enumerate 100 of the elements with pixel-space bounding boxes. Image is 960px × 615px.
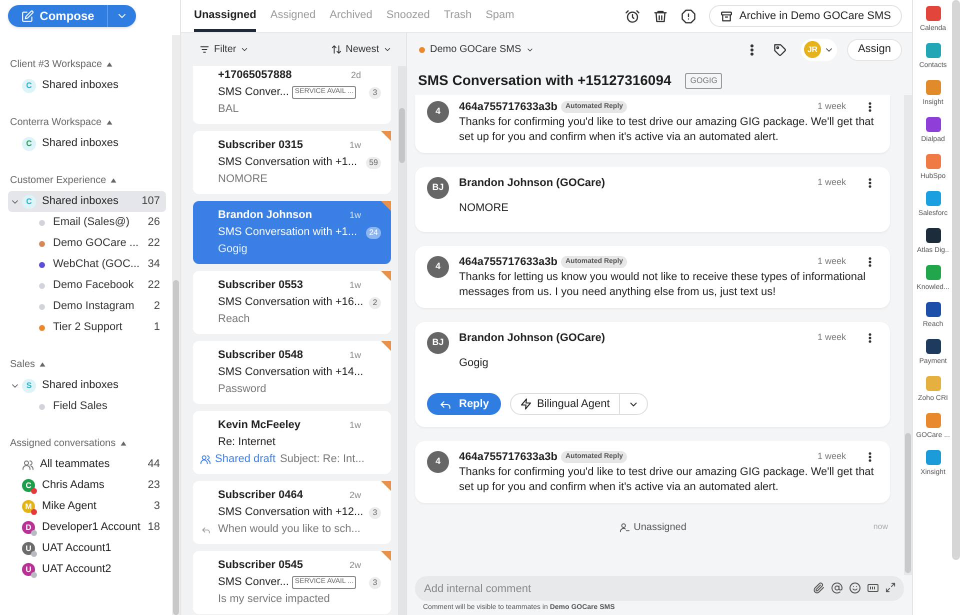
sidebar-item[interactable]: C Shared inboxes [8, 133, 166, 154]
chevron-down-icon [383, 45, 392, 54]
sidebar-item[interactable]: U UAT Account1 [8, 538, 166, 559]
sort-icon [330, 44, 342, 55]
scrollbar-thumb[interactable] [952, 0, 960, 560]
sender-name: Subscriber 0315 [218, 138, 303, 154]
time-label: 1w [349, 208, 361, 222]
caret-up-icon[interactable] [106, 118, 113, 126]
sidebar-item[interactable]: U UAT Account2 [8, 559, 166, 580]
subject: SMS Conversation with +16... [218, 295, 364, 310]
sidebar-item[interactable]: S Shared inboxes [8, 375, 166, 396]
reply-button[interactable]: Reply [427, 393, 501, 415]
sidebar-item[interactable]: Demo Instagram 2 [8, 296, 166, 317]
agent-button[interactable]: Bilingual Agent [510, 394, 620, 414]
item-label: Email (Sales@) [53, 215, 131, 230]
item-label: Shared inboxes [42, 378, 120, 394]
time-label: now [873, 521, 888, 533]
time-label: 1 week [817, 255, 846, 268]
emoji-icon[interactable] [849, 582, 861, 594]
expand-icon[interactable] [885, 582, 896, 593]
assign-button[interactable]: Assign [846, 38, 902, 60]
sender-avatar: 4 [427, 451, 449, 473]
filter-button[interactable]: Filter [199, 42, 250, 57]
trash-icon[interactable] [653, 8, 668, 24]
conversation-card[interactable]: Kevin McFeeley 1w Re: Internet Shared draft Subject: Re: Int... [193, 411, 391, 474]
item-label: Demo Instagram [53, 299, 136, 314]
inbox-avatar: C [22, 78, 36, 92]
teammate-avatar: M [22, 500, 35, 513]
item-count: 1 [154, 320, 160, 336]
item-label: UAT Account1 [42, 541, 112, 556]
conversation-card[interactable]: Subscriber 0553 1w SMS Conversation with +16... 2 Reach [193, 271, 391, 334]
corner-flag-icon [381, 201, 391, 211]
sender-name: 464a755717633a3b [459, 100, 558, 115]
caret-up-icon[interactable] [106, 60, 114, 68]
sidebar-item[interactable]: M Mike Agent 3 [8, 496, 166, 517]
subject: SMS Conver... [218, 575, 289, 590]
count-badge: 2 [369, 296, 381, 308]
sidebar-item[interactable]: Tier 2 Support 1 [8, 317, 166, 338]
count-badge: 3 [369, 576, 381, 588]
paperclip-icon[interactable] [813, 582, 825, 594]
alarm-clock-icon[interactable] [625, 8, 640, 24]
sidebar-item[interactable]: C Shared inboxes 107 [8, 191, 166, 212]
people-icon [22, 458, 34, 470]
sidebar-item[interactable]: All teammates 44 [8, 454, 166, 475]
sidebar-item[interactable]: C Chris Adams 23 [8, 475, 166, 496]
conversation-card[interactable]: Subscriber 0315 1w SMS Conversation with +1... 59 NOMORE [193, 131, 391, 194]
item-count: 22 [148, 236, 160, 252]
preview: NOMORE [218, 172, 268, 188]
tag: GOGIG [685, 72, 722, 88]
sender-name: Brandon Johnson (GOCare) [459, 176, 606, 191]
sender-name: Subscriber 0553 [218, 278, 303, 294]
item-count: 2 [154, 299, 160, 314]
corner-flag-icon [381, 481, 391, 491]
people-icon [200, 454, 211, 465]
caret-up-icon[interactable] [39, 360, 46, 368]
corner-flag-icon [381, 271, 391, 281]
tag-icon[interactable] [772, 42, 787, 56]
item-count: 23 [148, 478, 160, 494]
scrollbar-thumb[interactable] [399, 108, 405, 163]
archive-button[interactable]: Archive in Demo GOCare SMS [709, 5, 902, 27]
sidebar-item[interactable]: Email (Sales@) 26 [8, 212, 166, 233]
caret-up-icon[interactable] [110, 176, 118, 184]
inbox-avatar: S [22, 378, 36, 392]
sidebar-item[interactable]: C Shared inboxes [8, 75, 166, 96]
item-label: Tier 2 Support [53, 320, 124, 336]
conversation-card[interactable]: Subscriber 0548 1w SMS Conversation with +14... Password [193, 341, 391, 404]
item-label: Developer1 Account [42, 520, 142, 536]
comment-field[interactable]: Add internal comment [415, 576, 904, 601]
person-icon [618, 522, 630, 532]
item-label: Demo GOCare ... [53, 236, 140, 252]
teammate-avatar: U [22, 542, 35, 555]
preview: Reach [218, 312, 250, 328]
subject: SMS Conver... [218, 85, 289, 100]
sidebar-item[interactable]: Field Sales [8, 396, 166, 417]
sidebar-item[interactable]: Demo GOCare ... 22 [8, 233, 166, 254]
item-label: WebChat (GOC... [53, 257, 141, 272]
caret-up-icon[interactable] [120, 440, 127, 446]
compose-button[interactable]: Compose [8, 5, 108, 27]
conversation-card[interactable]: Brandon Johnson 1w SMS Conversation with +1... 24 Gogig [193, 201, 391, 264]
subject: SMS Conversation with +1... [218, 155, 358, 170]
assignee-avatar: JR [804, 41, 821, 58]
gif-icon[interactable] [867, 582, 879, 594]
item-count: 22 [148, 278, 160, 294]
compose-icon [20, 10, 34, 22]
conversation-card[interactable]: Subscriber 0464 2w SMS Conversation with +12... 3 When would you like to sch... [193, 481, 391, 544]
sender-avatar: BJ [427, 332, 449, 354]
sidebar-item[interactable]: Demo Facebook 22 [8, 275, 166, 296]
item-label: Shared inboxes [42, 136, 120, 152]
subject: SMS Conversation with +14... [218, 365, 364, 380]
alert-icon[interactable] [681, 8, 696, 24]
teammate-avatar: D [22, 521, 35, 534]
sort-button[interactable]: Newest [330, 42, 392, 57]
subject: SMS Conversation with +1... [218, 225, 358, 240]
item-count: 3 [154, 499, 160, 514]
at-sign-icon[interactable] [831, 582, 843, 594]
sidebar-item[interactable]: D Developer1 Account 18 [8, 517, 166, 538]
inbox-selector[interactable]: Demo GOCare SMS [419, 42, 534, 57]
sidebar-item[interactable]: WebChat (GOC... 34 [8, 254, 166, 275]
scrollbar-thumb[interactable] [173, 280, 179, 615]
scrollbar-thumb[interactable] [905, 433, 911, 573]
